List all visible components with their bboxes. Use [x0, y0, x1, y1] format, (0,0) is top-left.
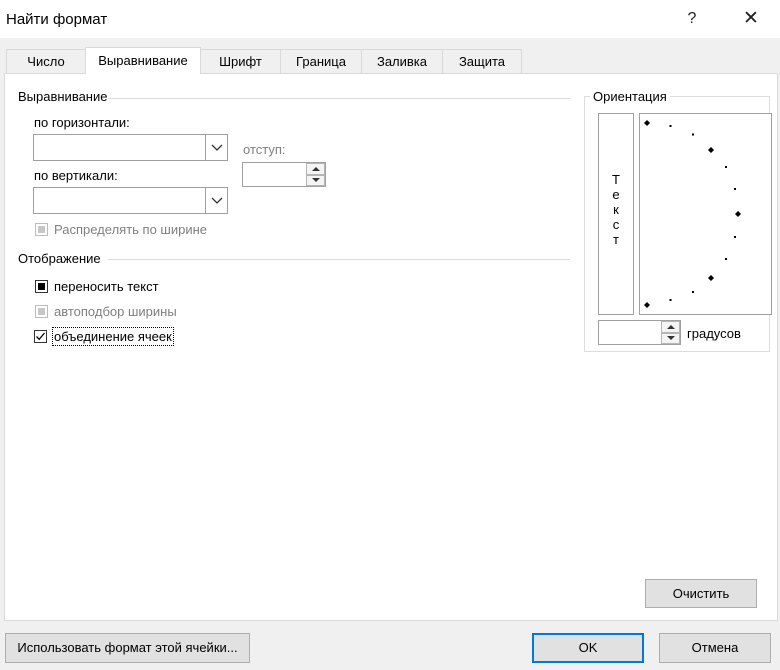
merge-cells-checkbox[interactable]: [34, 330, 47, 343]
vertical-text-char: с: [612, 217, 620, 232]
triangle-up-icon[interactable]: [306, 163, 325, 175]
tab-border[interactable]: Граница: [280, 49, 362, 73]
dial-diamond: [735, 211, 741, 217]
close-button[interactable]: ✕: [734, 6, 768, 32]
chevron-down-icon[interactable]: [205, 188, 227, 213]
vertical-label: по вертикали:: [34, 168, 118, 183]
tab-fill[interactable]: Заливка: [361, 49, 443, 73]
group-divider: [108, 98, 570, 99]
window-title: Найти формат: [6, 11, 108, 28]
shrink-to-fit-label: автоподбор ширины: [54, 304, 177, 319]
title-bar: [0, 0, 780, 38]
clear-button[interactable]: Очистить: [645, 579, 757, 608]
indent-spinner[interactable]: [242, 162, 326, 187]
triangle-down-icon[interactable]: [306, 174, 325, 186]
shrink-to-fit-checkbox[interactable]: [35, 305, 48, 318]
vertical-text-char: е: [612, 187, 620, 202]
dial-diamond: [644, 302, 650, 308]
dial-dot: [692, 291, 694, 293]
cancel-button[interactable]: Отмена: [659, 633, 771, 663]
orientation-dial[interactable]: [639, 113, 772, 315]
justify-distributed-checkbox[interactable]: [35, 223, 48, 236]
vertical-text: Т е к с т: [599, 172, 633, 247]
triangle-up-icon[interactable]: [661, 321, 680, 333]
vertical-text-char: т: [613, 232, 619, 247]
tab-number[interactable]: Число: [6, 49, 86, 73]
dial-diamond: [708, 275, 714, 281]
horizontal-label: по горизонтали:: [34, 115, 130, 130]
checkmark-icon: [36, 332, 45, 341]
dial-dot: [692, 133, 694, 136]
horizontal-combobox[interactable]: [33, 134, 228, 161]
dial-dot: [669, 299, 672, 301]
vertical-text-char: к: [613, 202, 619, 217]
use-cell-format-button[interactable]: Использовать формат этой ячейки...: [5, 633, 250, 663]
ok-button[interactable]: OK: [532, 633, 644, 663]
degrees-label: градусов: [687, 326, 741, 341]
display-group-label: Отображение: [18, 251, 101, 266]
tab-protection[interactable]: Защита: [442, 49, 522, 73]
wrap-text-label: переносить текст: [54, 279, 159, 294]
merge-cells-label: объединение ячеек: [52, 327, 174, 346]
dial-dot: [725, 166, 727, 168]
degrees-spinner[interactable]: [598, 320, 681, 345]
dial-diamond: [708, 147, 714, 153]
dial-dot: [669, 125, 672, 127]
triangle-down-icon[interactable]: [661, 332, 680, 344]
help-button[interactable]: ?: [676, 6, 708, 32]
group-divider: [108, 259, 570, 260]
justify-distributed-label: Распределять по ширине: [54, 222, 208, 237]
orientation-group-label: Ориентация: [590, 89, 670, 104]
orientation-dial-graphic: [644, 120, 741, 308]
tab-font[interactable]: Шрифт: [200, 49, 281, 73]
wrap-text-checkbox[interactable]: [35, 280, 48, 293]
dial-dot: [725, 258, 727, 260]
indent-label: отступ:: [243, 142, 286, 157]
chevron-down-icon[interactable]: [205, 135, 227, 160]
tab-alignment[interactable]: Выравнивание: [85, 47, 201, 74]
vertical-combobox[interactable]: [33, 187, 228, 214]
dial-diamond: [644, 120, 650, 126]
vertical-text-button[interactable]: Т е к с т: [598, 113, 634, 315]
dial-dot: [734, 236, 736, 238]
alignment-group-label: Выравнивание: [18, 89, 108, 104]
dial-dot: [734, 188, 736, 190]
vertical-text-char: Т: [612, 172, 620, 187]
